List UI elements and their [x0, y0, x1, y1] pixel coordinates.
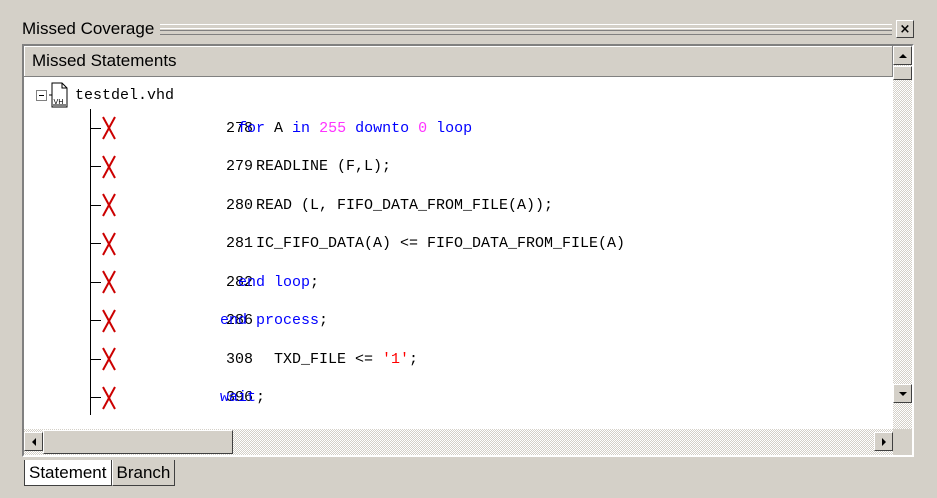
code-token: end	[220, 312, 248, 329]
code-token: ;	[310, 273, 320, 291]
red-x-icon	[102, 309, 116, 332]
red-x-icon	[102, 347, 116, 371]
code-token: READLINE (F,L);	[256, 158, 392, 175]
red-x-icon	[102, 232, 116, 255]
close-icon: ×	[899, 21, 911, 37]
red-x-icon	[102, 270, 116, 294]
tree-view[interactable]: VH testdel.vhd 278 for A in 255 downto 0 …	[24, 77, 893, 429]
code-token: end	[238, 273, 266, 291]
code-token: ;	[409, 350, 419, 368]
code-text: end loop;	[238, 274, 319, 291]
tree-branch-line	[90, 320, 101, 321]
collapse-icon[interactable]	[36, 89, 47, 101]
tree-branch-line	[90, 204, 101, 206]
code-token: '1'	[382, 350, 410, 368]
red-x-icon	[102, 386, 116, 409]
line-number: 281	[226, 235, 254, 252]
arrow-right-icon	[881, 437, 886, 446]
tree-branch-line	[90, 243, 101, 244]
tree-branch-line	[90, 397, 101, 398]
tree-root-node[interactable]: VH testdel.vhd	[36, 81, 174, 109]
code-token: in	[292, 119, 311, 137]
arrow-down-icon	[898, 391, 907, 396]
vertical-scrollbar[interactable]	[893, 46, 912, 429]
code-token: loop	[436, 119, 473, 137]
red-x-icon	[102, 116, 116, 140]
vhd-file-icon: VH	[49, 82, 69, 108]
code-text: TXD_FILE <= '1';	[274, 351, 418, 368]
panel-titlebar[interactable]: Missed Coverage ×	[22, 17, 914, 41]
code-text: wait;	[220, 389, 265, 406]
code-token: ;	[319, 312, 329, 329]
list-item[interactable]: 280 READ (L, FIFO_DATA_FROM_FILE(A));	[90, 186, 553, 224]
horizontal-scroll-thumb[interactable]	[43, 430, 233, 454]
arrow-left-icon	[31, 437, 36, 446]
scrollbar-corner	[893, 429, 912, 455]
code-text: IC_FIFO_DATA(A) <= FIFO_DATA_FROM_FILE(A…	[256, 235, 625, 252]
scroll-right-button[interactable]	[874, 432, 893, 451]
code-token: process	[256, 312, 320, 329]
code-token: wait	[220, 389, 257, 406]
scroll-down-button[interactable]	[893, 384, 912, 403]
tree-branch-line	[90, 358, 101, 360]
code-token: for	[238, 119, 266, 137]
code-text: READ (L, FIFO_DATA_FROM_FILE(A));	[256, 197, 553, 214]
code-text: for A in 255 downto 0 loop	[238, 120, 472, 137]
tree-root-label: testdel.vhd	[75, 86, 175, 104]
code-token: IC_FIFO_DATA(A) <= FIFO_DATA_FROM_FILE(A…	[256, 235, 626, 252]
red-x-icon	[102, 155, 116, 178]
horizontal-scrollbar[interactable]	[24, 429, 893, 455]
code-token: TXD_FILE <=	[274, 350, 383, 368]
list-item[interactable]: 396 wait;	[90, 379, 265, 417]
red-x-icon	[102, 193, 116, 217]
code-token: downto	[355, 119, 410, 137]
line-number: 279	[226, 158, 254, 175]
list-item[interactable]: 308 TXD_FILE <= '1';	[90, 340, 418, 378]
panel-title: Missed Coverage	[22, 19, 155, 38]
line-number: 280	[226, 196, 254, 214]
code-token: ;	[256, 389, 266, 406]
column-header-missed-statements[interactable]: Missed Statements	[24, 46, 893, 77]
missed-coverage-panel: Missed Statements VH testdel.vhd 278 for …	[22, 44, 914, 457]
line-number: 308	[226, 350, 254, 368]
tab-statement[interactable]: Statement	[24, 460, 112, 486]
list-item[interactable]: 286 end process;	[90, 302, 328, 340]
list-item[interactable]: 282 end loop;	[90, 263, 319, 301]
scroll-up-button[interactable]	[893, 46, 912, 65]
vertical-scroll-thumb[interactable]	[893, 66, 912, 80]
code-token: loop	[274, 273, 311, 291]
code-token: READ (L, FIFO_DATA_FROM_FILE(A));	[256, 196, 554, 214]
code-text: end process;	[220, 312, 328, 329]
list-item[interactable]: 278 for A in 255 downto 0 loop	[90, 109, 472, 147]
code-token: A	[265, 119, 293, 137]
list-item[interactable]: 279 READLINE (F,L);	[90, 148, 391, 186]
code-token: 0	[418, 119, 428, 137]
code-token: 255	[319, 119, 347, 137]
tree-branch-line	[90, 166, 101, 167]
tab-strip: Statement Branch	[24, 460, 176, 488]
scroll-left-button[interactable]	[24, 432, 43, 451]
code-text: READLINE (F,L);	[256, 158, 391, 175]
tree-branch-line	[90, 127, 101, 129]
arrow-up-icon	[898, 53, 907, 58]
drag-grip[interactable]	[160, 23, 892, 35]
tree-branch-line	[90, 281, 101, 283]
close-button[interactable]: ×	[896, 20, 914, 38]
list-item[interactable]: 281 IC_FIFO_DATA(A) <= FIFO_DATA_FROM_FIL…	[90, 225, 625, 263]
tab-branch[interactable]: Branch	[111, 460, 176, 486]
